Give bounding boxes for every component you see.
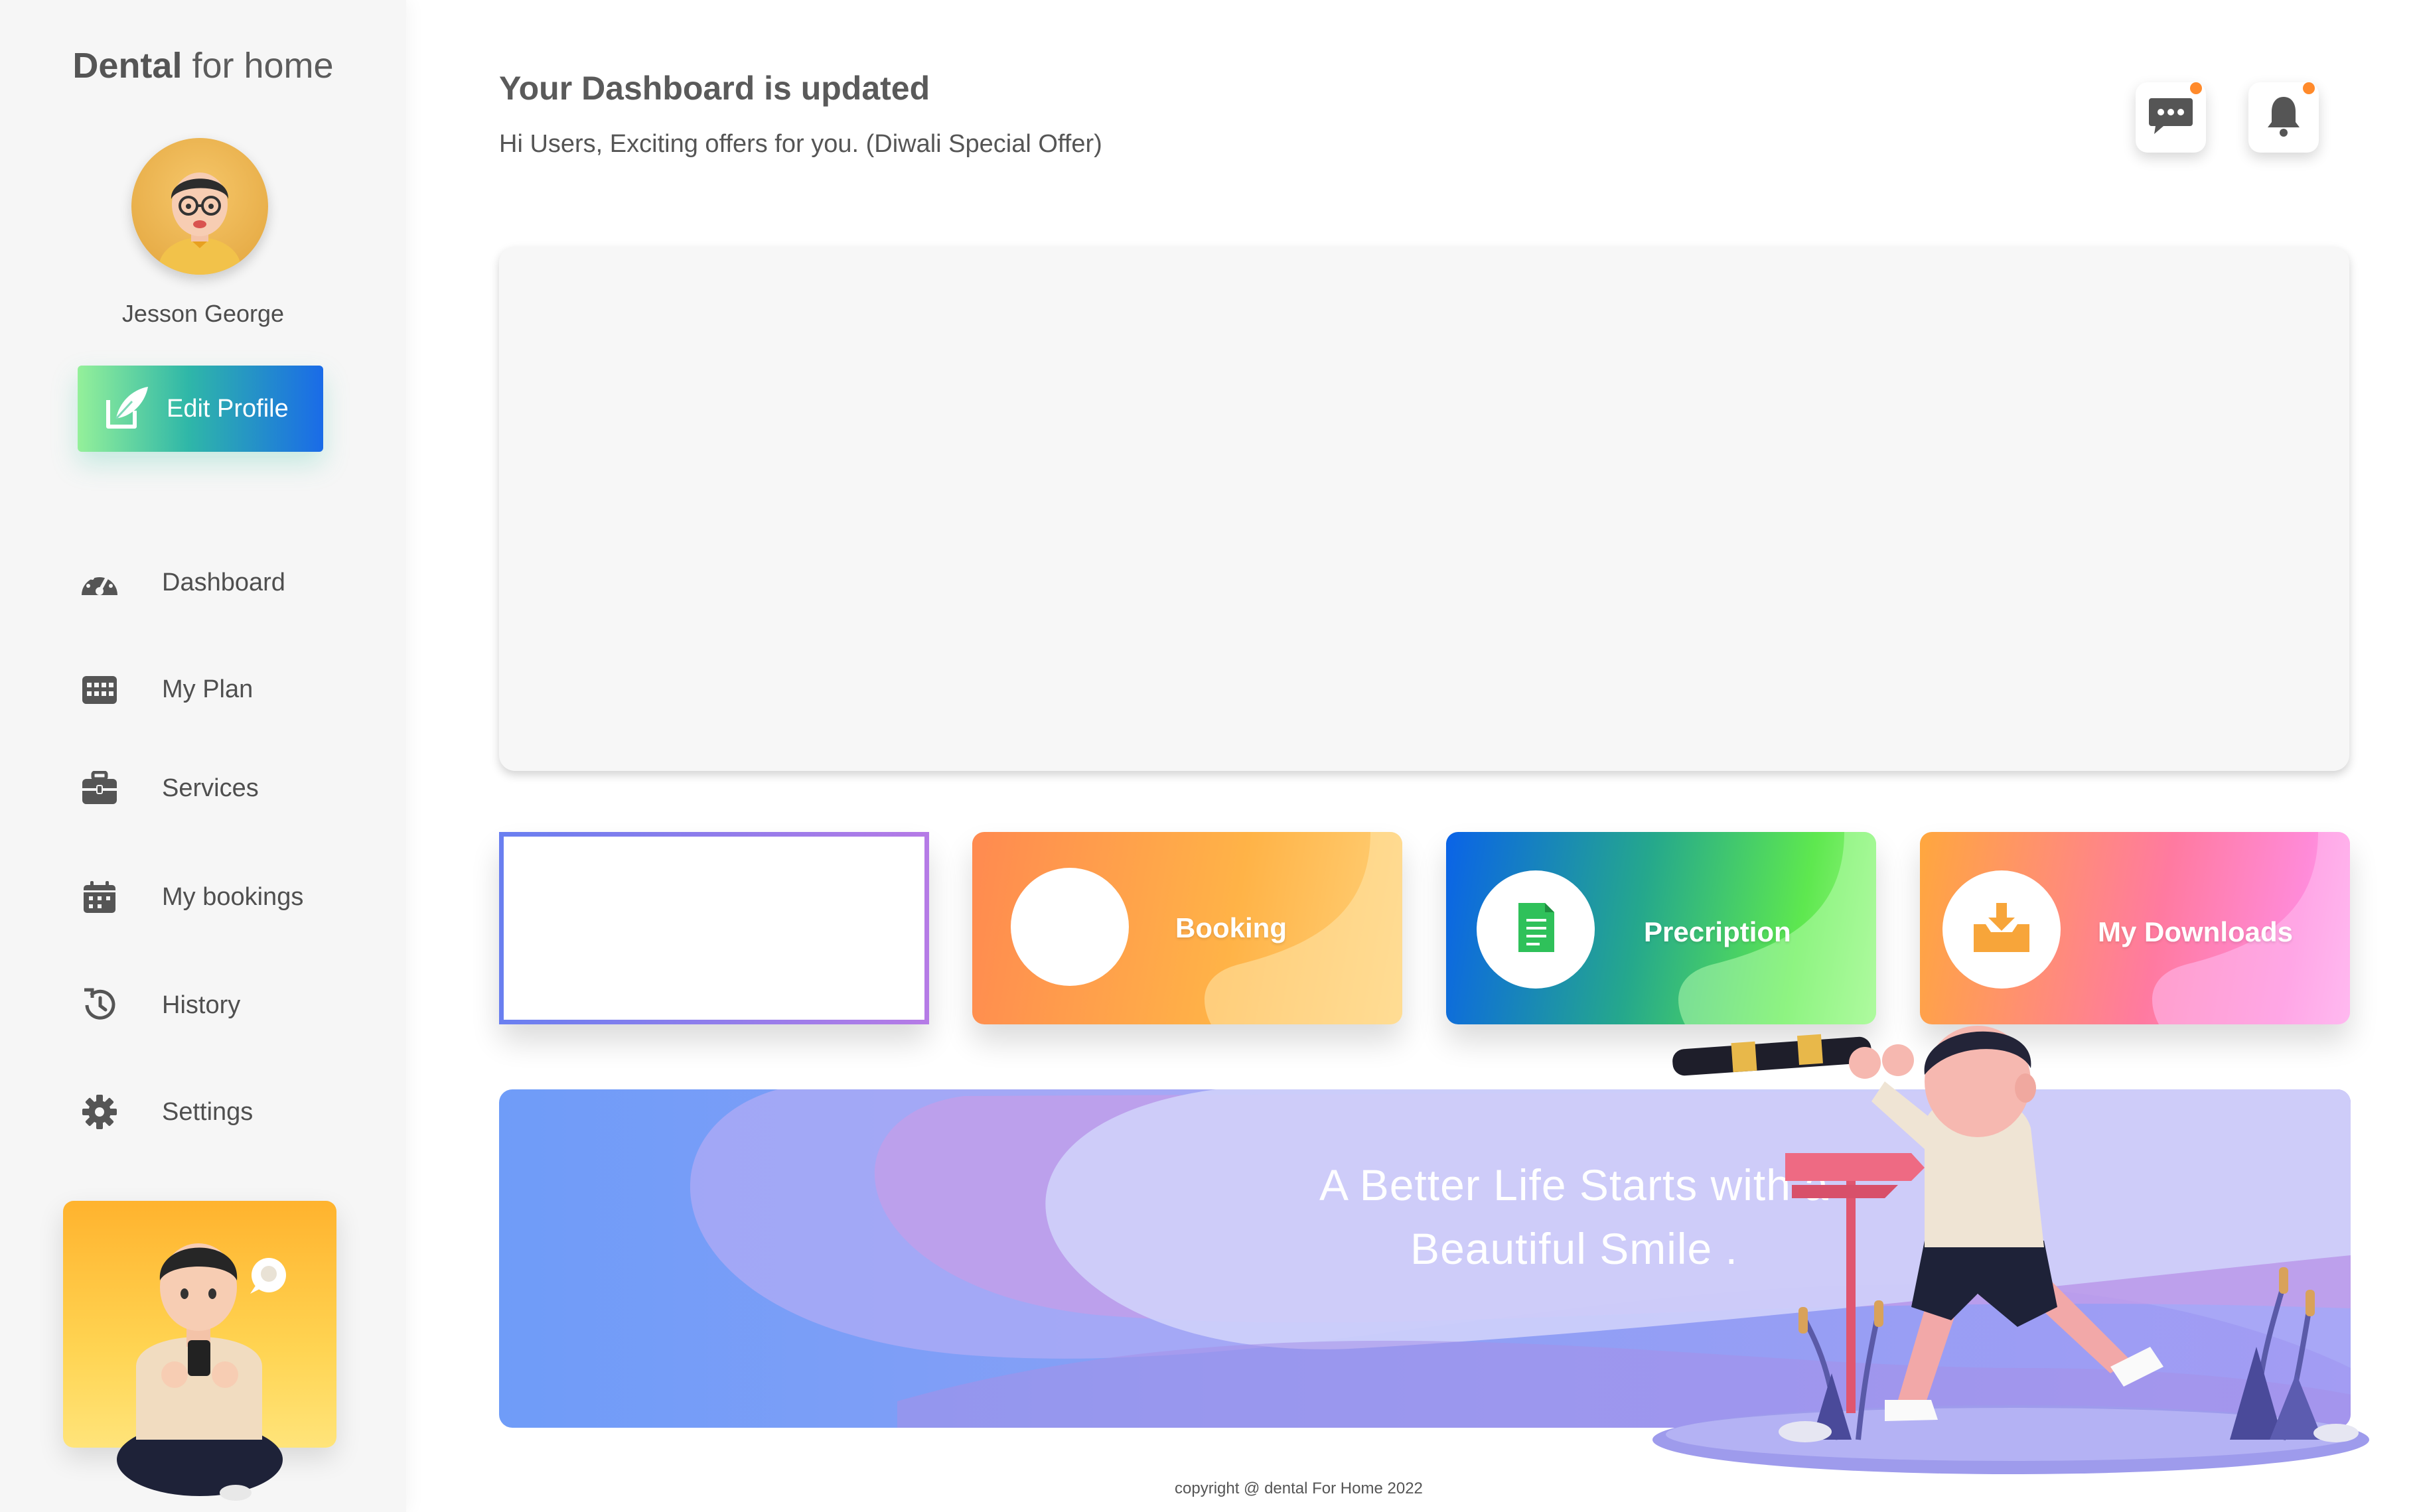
- person-with-phone-illustration: [117, 1243, 286, 1501]
- sidebar-item-label: My Plan: [162, 675, 254, 703]
- bell-icon: [2265, 94, 2302, 141]
- briefcase-icon: [78, 767, 121, 809]
- sidebar-item-label: My bookings: [162, 882, 304, 911]
- empty-card[interactable]: [499, 832, 929, 1024]
- dashboard-gauge-icon: [78, 561, 121, 604]
- sidebar-item-services[interactable]: Services: [78, 762, 259, 815]
- calendar-icon: [78, 876, 121, 918]
- brand-logo[interactable]: Dental for home: [0, 45, 406, 86]
- sidebar-item-my-plan[interactable]: My Plan: [78, 663, 253, 716]
- booking-label: Booking: [1175, 912, 1287, 943]
- avatar[interactable]: [131, 138, 268, 275]
- messages-button[interactable]: [2136, 82, 2206, 153]
- page-subtitle: Hi Users, Exciting offers for you. (Diwa…: [499, 130, 1102, 158]
- edit-pen-icon: [103, 383, 152, 435]
- page-title: Your Dashboard is updated: [499, 70, 930, 107]
- sidebar-item-label: Services: [162, 774, 259, 802]
- gear-icon: [78, 1091, 121, 1133]
- app-root: Dental for home Jesson George Edit Profi…: [0, 0, 2417, 1512]
- history-icon: [78, 984, 121, 1026]
- sidebar: Dental for home Jesson George Edit Profi…: [0, 0, 406, 1512]
- prescription-icon-circle: [1477, 870, 1595, 989]
- calendar-grid-icon: [78, 668, 121, 711]
- sidebar-item-history[interactable]: History: [78, 979, 240, 1032]
- booking-icon-circle: [1011, 868, 1129, 986]
- footer-copyright: copyright @ dental For Home 2022: [1175, 1479, 1423, 1497]
- unread-dot: [2303, 82, 2315, 94]
- sidebar-item-label: Dashboard: [162, 568, 285, 596]
- notifications-button[interactable]: [2248, 82, 2319, 153]
- offer-banner-placeholder[interactable]: [499, 247, 2349, 771]
- sidebar-item-settings[interactable]: Settings: [78, 1085, 253, 1138]
- sidebar-illustration-card: [63, 1201, 336, 1501]
- document-icon: [1514, 902, 1557, 958]
- unread-dot: [2190, 82, 2202, 94]
- chat-bubble-icon: [2148, 96, 2194, 140]
- booking-card[interactable]: Booking: [972, 832, 1402, 1024]
- download-tray-icon: [1971, 902, 2032, 958]
- downloads-icon-circle: [1942, 870, 2061, 989]
- telescope-boy-illustration: [1652, 1026, 2369, 1474]
- sidebar-item-label: Settings: [162, 1097, 254, 1126]
- sidebar-item-label: History: [162, 991, 241, 1019]
- username: Jesson George: [121, 300, 285, 327]
- sidebar-item-my-bookings[interactable]: My bookings: [78, 870, 303, 924]
- sidebar-item-dashboard[interactable]: Dashboard: [78, 556, 285, 609]
- edit-profile-label: Edit Profile: [167, 394, 289, 423]
- edit-profile-button[interactable]: Edit Profile: [78, 366, 323, 452]
